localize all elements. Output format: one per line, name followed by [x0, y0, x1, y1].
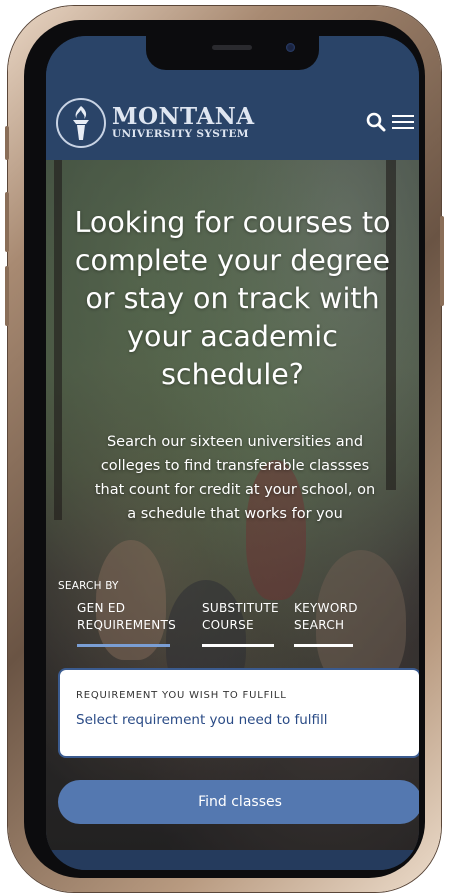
tab-indicator [294, 644, 353, 647]
bottom-bar [46, 850, 419, 870]
requirement-select-value[interactable]: Select requirement you need to fulfill [76, 712, 328, 728]
site-logo[interactable]: MONTANA UNIVERSITY SYSTEM [56, 98, 255, 148]
power-button [440, 216, 444, 306]
notch [146, 36, 319, 70]
tab-indicator [202, 644, 274, 647]
tab-keyword-search[interactable]: KEYWORD SEARCH [294, 600, 358, 634]
active-tab-indicator [77, 644, 170, 647]
search-icon[interactable] [366, 112, 386, 136]
volume-up-button [5, 192, 9, 252]
find-classes-button[interactable]: Find classes [58, 780, 419, 824]
speaker-grille [212, 45, 252, 50]
torch-icon [56, 98, 106, 148]
logo-title: MONTANA [112, 103, 255, 130]
tab-label: SEARCH [294, 618, 345, 632]
tab-label: KEYWORD [294, 601, 358, 615]
front-camera [286, 43, 295, 52]
requirement-select[interactable]: REQUIREMENT YOU WISH TO FULFILL Select r… [58, 668, 419, 758]
tab-label: SUBSTITUTE [202, 601, 279, 615]
tab-label: COURSE [202, 618, 254, 632]
volume-down-button [5, 266, 9, 326]
search-by-label: SEARCH BY [58, 580, 119, 592]
hamburger-menu-icon[interactable] [392, 112, 414, 136]
phone-frame: MONTANA UNIVERSITY SYSTEM Looking for co… [5, 6, 444, 892]
silent-switch [5, 126, 9, 160]
tab-gen-ed-requirements[interactable]: GEN ED REQUIREMENTS [77, 600, 176, 634]
tab-label: REQUIREMENTS [77, 618, 177, 632]
tab-label: GEN ED [77, 601, 126, 615]
logo-subtitle: UNIVERSITY SYSTEM [112, 128, 249, 140]
tab-substitute-course[interactable]: SUBSTITUTE COURSE [202, 600, 279, 634]
hero-headline: Looking for courses to complete your deg… [74, 206, 391, 391]
hero-subhead: Search our sixteen universities and coll… [94, 434, 376, 522]
requirement-label: REQUIREMENT YOU WISH TO FULFILL [76, 690, 287, 701]
phone-screen: MONTANA UNIVERSITY SYSTEM Looking for co… [46, 36, 419, 870]
hero-section: Looking for courses to complete your deg… [46, 160, 419, 850]
